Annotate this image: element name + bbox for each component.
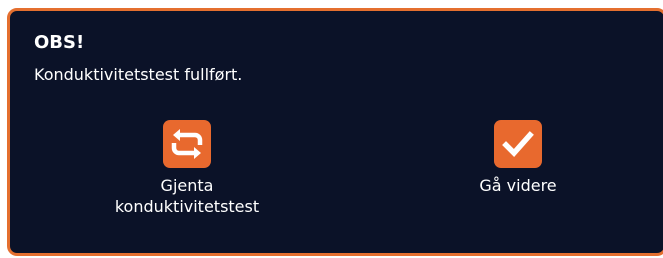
retry-conductivity-test-button[interactable]: Gjenta konduktivitetstest (102, 120, 272, 217)
dialog-message: Konduktivitetstest fullført. (34, 65, 243, 84)
retry-button-label: Gjenta konduktivitetstest (114, 176, 260, 216)
refresh-icon (171, 129, 203, 159)
dialog-title: OBS! (34, 32, 85, 53)
conductivity-test-dialog: OBS! Konduktivitetstest fullført. Gjenta… (7, 8, 663, 256)
continue-icon-button[interactable] (494, 120, 542, 168)
continue-button[interactable]: Gå videre (438, 120, 598, 196)
checkmark-icon (502, 131, 534, 158)
retry-icon-button[interactable] (163, 120, 211, 168)
continue-button-label: Gå videre (479, 176, 557, 195)
